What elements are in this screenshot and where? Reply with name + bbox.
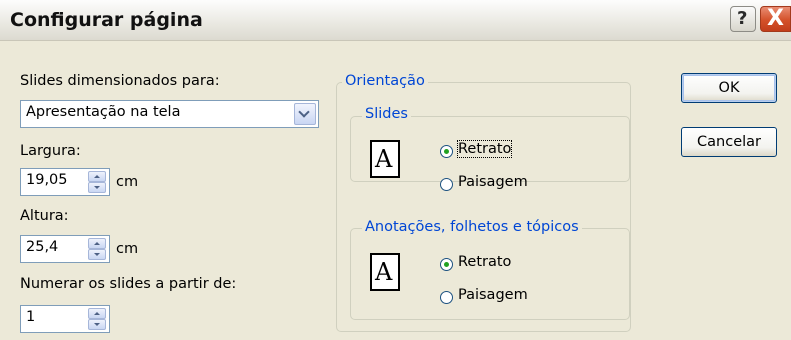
slides-size-label: Slides dimensionados para: — [20, 73, 220, 89]
height-spinner[interactable] — [88, 238, 106, 260]
notes-portrait-radio[interactable] — [440, 258, 453, 271]
portrait-page-icon: A — [370, 253, 400, 291]
number-from-value: 1 — [26, 309, 36, 325]
slides-landscape-label[interactable]: Paisagem — [458, 174, 528, 190]
spin-up-icon[interactable] — [88, 308, 106, 319]
orientation-title: Orientação — [342, 73, 428, 89]
width-spinner[interactable] — [88, 171, 106, 193]
slides-size-dropdown[interactable]: Apresentação na tela — [20, 100, 319, 128]
ok-button[interactable]: OK — [681, 73, 777, 103]
help-icon: ? — [737, 8, 748, 29]
notes-landscape-label[interactable]: Paisagem — [458, 287, 528, 303]
number-from-field[interactable]: 1 — [20, 305, 110, 333]
width-value: 19,05 — [26, 172, 68, 188]
spin-down-icon[interactable] — [88, 249, 106, 260]
slides-portrait-radio[interactable] — [440, 145, 453, 158]
slides-landscape-radio[interactable] — [440, 178, 453, 191]
width-unit: cm — [116, 174, 139, 190]
height-value: 25,4 — [26, 239, 59, 255]
slides-orientation-title: Slides — [362, 106, 411, 122]
number-from-label: Numerar os slides a partir de: — [20, 276, 237, 292]
cancel-button[interactable]: Cancelar — [681, 127, 777, 157]
help-button[interactable]: ? — [730, 6, 756, 32]
width-label: Largura: — [20, 143, 81, 159]
height-label: Altura: — [20, 208, 69, 224]
close-icon: X — [767, 6, 784, 31]
spin-up-icon[interactable] — [88, 171, 106, 182]
portrait-page-icon: A — [370, 140, 400, 178]
number-from-spinner[interactable] — [88, 308, 106, 330]
slides-size-value: Apresentação na tela — [26, 104, 181, 120]
slides-portrait-label[interactable]: Retrato — [456, 140, 513, 158]
spin-up-icon[interactable] — [88, 238, 106, 249]
height-unit: cm — [116, 241, 139, 257]
close-button[interactable]: X — [760, 6, 791, 32]
chevron-down-icon[interactable] — [294, 103, 316, 125]
spin-down-icon[interactable] — [88, 182, 106, 193]
width-field[interactable]: 19,05 — [20, 168, 110, 196]
notes-portrait-label[interactable]: Retrato — [458, 254, 511, 270]
spin-down-icon[interactable] — [88, 319, 106, 330]
notes-landscape-radio[interactable] — [440, 291, 453, 304]
dialog-title: Configurar página — [10, 9, 203, 31]
height-field[interactable]: 25,4 — [20, 235, 110, 263]
notes-orientation-title: Anotações, folhetos e tópicos — [362, 219, 582, 235]
title-bar: Configurar página ? X — [0, 0, 791, 41]
